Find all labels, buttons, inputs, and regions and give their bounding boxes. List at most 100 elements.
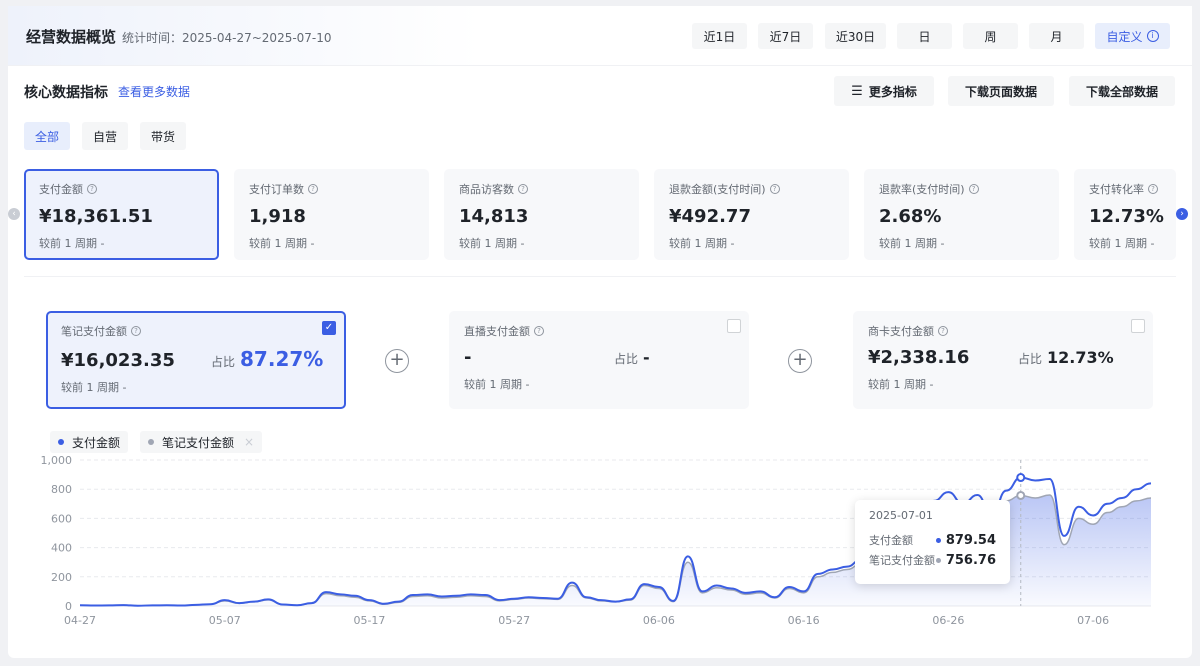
kpi-compare: 较前 1 周期 - <box>1089 237 1155 250</box>
help-icon: ? <box>308 184 318 194</box>
tooltip-date: 2025-07-01 <box>869 509 933 522</box>
share-value: - <box>643 348 650 367</box>
hover-point-pay <box>1016 473 1026 483</box>
chart-tooltip: 2025-07-01 支付金额 879.54 笔记支付金额 756.76 <box>855 500 1010 584</box>
kpi-card-refund-amount[interactable]: 退款金额(支付时间)? ¥492.77 较前 1 周期 - <box>654 169 849 260</box>
share-label: 占比 <box>614 352 639 366</box>
more-metrics-label: 更多指标 <box>868 84 917 99</box>
x-tick-label: 06-26 <box>932 614 964 627</box>
plus-icon: + <box>788 349 812 373</box>
more-data-link[interactable]: 查看更多数据 <box>118 83 190 100</box>
kpi-compare: 较前 1 周期 - <box>39 237 105 250</box>
more-metrics-button[interactable]: ☰ 更多指标 <box>834 76 934 106</box>
x-tick-label: 04-27 <box>64 614 96 627</box>
checkbox-icon[interactable] <box>727 319 741 333</box>
kpi-label: 退款率(支付时间) <box>879 183 965 196</box>
tooltip-name: 笔记支付金额 <box>869 554 935 567</box>
kpi-label: 商品访客数 <box>459 183 514 196</box>
source-label: 直播支付金额 <box>464 325 530 338</box>
tooltip-row: 笔记支付金额 756.76 <box>869 550 996 570</box>
y-tick-label: 400 <box>51 542 72 555</box>
kpi-value: 12.73% <box>1089 206 1164 227</box>
range-day[interactable]: 日 <box>897 23 952 49</box>
kpi-value: ¥18,361.51 <box>39 206 153 227</box>
share-value: 87.27% <box>240 347 324 371</box>
hover-point-note <box>1016 490 1026 500</box>
checkbox-icon[interactable] <box>1131 319 1145 333</box>
kpi-card-refund-rate[interactable]: 退款率(支付时间)? 2.68% 较前 1 周期 - <box>864 169 1059 260</box>
kpi-card-pay-amount[interactable]: 支付金额? ¥18,361.51 较前 1 周期 - <box>24 169 219 260</box>
y-tick-label: 200 <box>51 571 72 584</box>
range-7d[interactable]: 近7日 <box>758 23 813 49</box>
help-icon: ? <box>87 184 97 194</box>
page-title: 经营数据概览 <box>26 28 117 46</box>
source-card-live[interactable]: 直播支付金额? - 占比 - 较前 1 周期 - <box>449 311 749 409</box>
scroll-right-icon[interactable]: › <box>1176 208 1188 220</box>
help-icon: ? <box>534 326 544 336</box>
kpi-compare: 较前 1 周期 - <box>669 237 735 250</box>
kpi-card-visitors[interactable]: 商品访客数? 14,813 较前 1 周期 - <box>444 169 639 260</box>
source-value: ¥2,338.16 <box>868 347 970 368</box>
tooltip-row: 支付金额 879.54 <box>869 530 996 550</box>
share-label: 占比 <box>1018 352 1043 366</box>
x-tick-label: 05-17 <box>353 614 385 627</box>
download-page-button[interactable]: 下载页面数据 <box>948 76 1054 106</box>
page: 经营数据概览 统计时间：2025-04-27~2025-07-10 近1日 近7… <box>8 6 1192 658</box>
source-compare: 较前 1 周期 - <box>868 378 934 391</box>
source-label: 商卡支付金额 <box>868 325 934 338</box>
kpi-label: 支付金额 <box>39 183 83 196</box>
kpi-label: 支付转化率 <box>1089 183 1144 196</box>
kpi-compare: 较前 1 周期 - <box>249 237 315 250</box>
range-month[interactable]: 月 <box>1029 23 1084 49</box>
tooltip-dot-icon <box>936 557 941 563</box>
y-tick-label: 800 <box>51 483 72 496</box>
download-all-button[interactable]: 下载全部数据 <box>1069 76 1175 106</box>
kpi-compare: 较前 1 周期 - <box>879 237 945 250</box>
line-chart: 1,000 800 600 400 200 004-27 05-07 05-17 05-27 06… <box>41 454 1152 627</box>
kpi-label: 退款金额(支付时间) <box>669 183 766 196</box>
filter-all[interactable]: 全部 <box>24 122 70 150</box>
range-1d[interactable]: 近1日 <box>692 23 747 49</box>
legend-dot-icon <box>58 439 64 445</box>
x-tick-label: 06-16 <box>788 614 820 627</box>
source-card-note[interactable]: ✓ 笔记支付金额? ¥16,023.35 占比 87.27% 较前 1 周期 - <box>46 311 346 409</box>
sliders-icon: ☰ <box>851 83 863 99</box>
tooltip-name: 支付金额 <box>869 534 913 547</box>
source-label: 笔记支付金额 <box>61 325 127 338</box>
kpi-card-orders[interactable]: 支付订单数? 1,918 较前 1 周期 - <box>234 169 429 260</box>
help-icon: ? <box>131 326 141 336</box>
source-card-shopcard[interactable]: 商卡支付金额? ¥2,338.16 占比 12.73% 较前 1 周期 - <box>853 311 1153 409</box>
stat-time: 统计时间：2025-04-27~2025-07-10 <box>122 31 332 45</box>
x-tick-label: 07-06 <box>1077 614 1109 627</box>
filter-affiliate[interactable]: 带货 <box>140 122 186 150</box>
tooltip-dot-icon <box>936 537 941 543</box>
share-value: 12.73% <box>1047 348 1114 367</box>
help-icon: ? <box>938 326 948 336</box>
source-value: - <box>464 347 472 368</box>
range-custom[interactable]: 自定义 i <box>1095 23 1170 49</box>
range-custom-label: 自定义 <box>1106 29 1143 44</box>
tooltip-value: 879.54 <box>945 532 996 548</box>
kpi-value: 14,813 <box>459 206 529 227</box>
source-compare: 较前 1 周期 - <box>464 378 530 391</box>
scroll-left-icon[interactable]: ‹ <box>8 208 20 220</box>
x-tick-label: 06-06 <box>643 614 675 627</box>
kpi-compare: 较前 1 周期 - <box>459 237 525 250</box>
filter-self[interactable]: 自营 <box>82 122 128 150</box>
source-value: ¥16,023.35 <box>61 350 175 371</box>
y-tick-label: 1,000 <box>41 454 73 467</box>
x-tick-label: 05-27 <box>498 614 530 627</box>
x-tick-label: 05-07 <box>209 614 241 627</box>
kpi-card-conversion[interactable]: 支付转化率? 12.73% 较前 1 周期 - <box>1074 169 1176 260</box>
range-week[interactable]: 周 <box>963 23 1018 49</box>
legend-dot-icon <box>148 439 154 445</box>
kpi-value: ¥492.77 <box>669 206 751 227</box>
range-30d[interactable]: 近30日 <box>825 23 886 49</box>
checkbox-checked-icon[interactable]: ✓ <box>322 321 336 335</box>
tooltip-value: 756.76 <box>945 552 996 568</box>
help-icon: ? <box>968 184 979 194</box>
kpi-value: 1,918 <box>249 206 306 227</box>
source-compare: 较前 1 周期 - <box>61 381 127 394</box>
kpi-value: 2.68% <box>879 206 942 227</box>
y-tick-label: 600 <box>51 512 72 525</box>
